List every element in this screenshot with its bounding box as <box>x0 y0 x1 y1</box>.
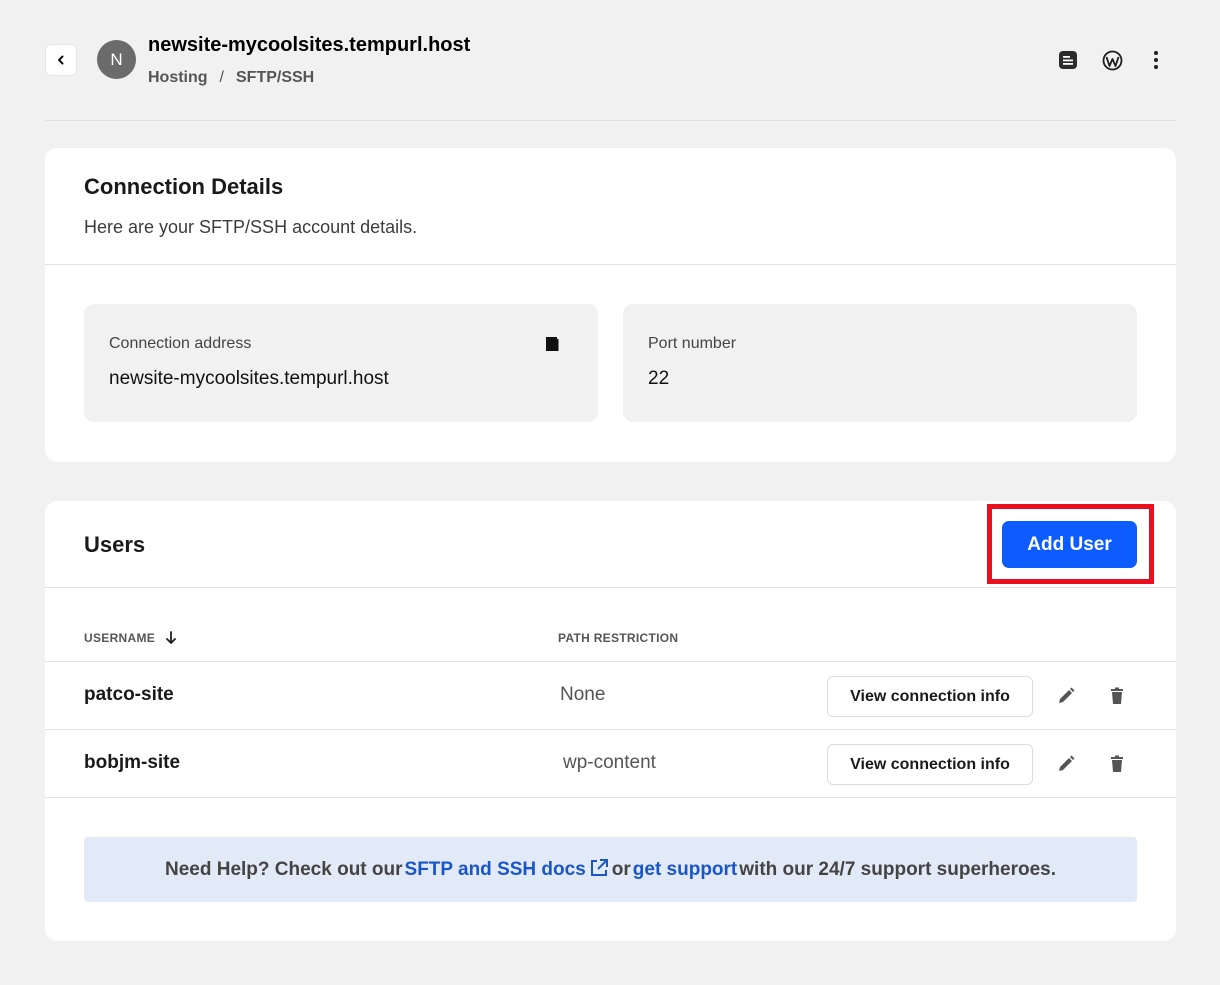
connection-details-subtitle: Here are your SFTP/SSH account details. <box>84 217 418 237</box>
header-actions <box>1056 48 1168 72</box>
port-number-box: Port number 22 <box>623 304 1137 422</box>
help-middle: or <box>611 858 631 880</box>
page-title: newsite-mycoolsites.tempurl.host <box>148 34 471 56</box>
help-suffix: with our 24/7 support superheroes. <box>739 858 1056 880</box>
table-row: bobjm-site wp-content View connection in… <box>45 730 1176 798</box>
add-user-button[interactable]: Add User <box>1002 521 1137 568</box>
site-avatar: N <box>97 40 136 79</box>
divider <box>45 797 1176 798</box>
column-header-path-restriction: PATH RESTRICTION <box>558 631 679 645</box>
row-path-restriction: wp-content <box>563 752 656 773</box>
get-support-link[interactable]: get support <box>633 859 738 881</box>
row-path-restriction: None <box>560 684 606 705</box>
connection-details-title: Connection Details <box>84 174 284 199</box>
wordpress-icon[interactable] <box>1100 48 1124 72</box>
back-button[interactable] <box>45 44 77 76</box>
view-connection-info-button[interactable]: View connection info <box>827 744 1033 785</box>
port-number-label: Port number <box>648 335 737 352</box>
users-title: Users <box>84 532 146 557</box>
pencil-icon[interactable] <box>1056 686 1076 706</box>
column-header-username[interactable]: USERNAME <box>84 631 177 645</box>
document-icon[interactable] <box>1056 48 1080 72</box>
help-prefix: Need Help? Check out our <box>164 858 403 880</box>
column-header-username-label: USERNAME <box>84 631 156 645</box>
sftp-ssh-docs-link[interactable]: SFTP and SSH docs <box>405 859 586 881</box>
divider <box>45 587 1176 588</box>
chevron-left-icon <box>58 55 64 65</box>
page-header: N newsite-mycoolsites.tempurl.host Hosti… <box>45 0 1176 121</box>
view-connection-info-button[interactable]: View connection info <box>827 676 1033 717</box>
trash-icon[interactable] <box>1107 754 1127 774</box>
connection-address-box: Connection address newsite-mycoolsites.t… <box>84 304 598 422</box>
users-card: Users Add User USERNAME PATH RESTRICTION… <box>45 501 1176 941</box>
external-link-icon[interactable] <box>589 858 609 878</box>
arrow-down-icon <box>166 631 176 644</box>
row-username: patco-site <box>84 684 174 705</box>
more-vertical-icon[interactable] <box>1144 48 1168 72</box>
table-row: patco-site None View connection info <box>45 662 1176 730</box>
trash-icon[interactable] <box>1107 686 1127 706</box>
connection-details-card: Connection Details Here are your SFTP/SS… <box>45 148 1176 462</box>
row-username: bobjm-site <box>84 752 181 773</box>
port-number-value: 22 <box>648 368 670 389</box>
help-banner: Need Help? Check out our SFTP and SSH do… <box>84 837 1137 902</box>
connection-address-value: newsite-mycoolsites.tempurl.host <box>109 368 389 389</box>
copy-icon[interactable] <box>544 336 560 352</box>
pencil-icon[interactable] <box>1056 754 1076 774</box>
breadcrumb-sftp-ssh: SFTP/SSH <box>236 69 315 86</box>
connection-address-label: Connection address <box>109 335 252 352</box>
breadcrumb-separator: / <box>219 69 224 86</box>
breadcrumb-hosting[interactable]: Hosting <box>148 69 208 86</box>
divider <box>45 264 1176 265</box>
breadcrumb: Hosting / SFTP/SSH <box>148 69 314 87</box>
